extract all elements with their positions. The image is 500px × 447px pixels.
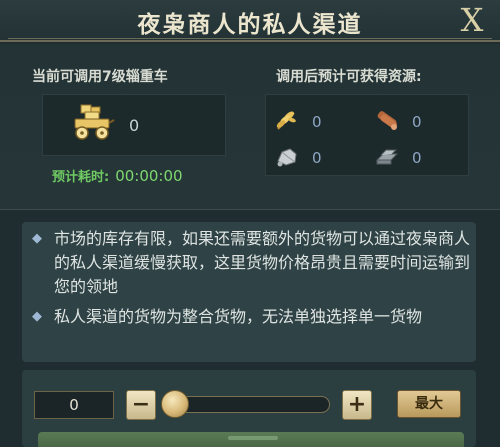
wood-icon [377, 111, 397, 130]
stone-icon [277, 148, 297, 167]
decrease-button[interactable]: − [126, 390, 156, 420]
quantity-input[interactable]: 0 [34, 391, 114, 419]
title-bar: 夜枭商人的私人渠道 X [0, 0, 500, 42]
window-title: 夜枭商人的私人渠道 [137, 11, 363, 38]
resources-label: 调用后预计可获得资源: [276, 69, 422, 85]
info-paragraph-1: 市场的库存有限，如果还需要额外的货物可以通过夜枭商人的私人渠道缓慢获取，这里货物… [54, 229, 471, 296]
resource-iron: 0 [374, 143, 464, 171]
resource-wood: 0 [374, 107, 464, 135]
info-panel: ◆ 市场的库存有限，如果还需要额外的货物可以通过夜枭商人的私人渠道缓慢获取，这里… [22, 222, 476, 362]
eta-label: 预计耗时: [52, 170, 110, 185]
slider-knob[interactable] [161, 390, 189, 418]
cart-box: 0 [42, 94, 226, 156]
wagon-icon [74, 104, 115, 140]
confirm-button[interactable] [38, 432, 464, 447]
resource-wheat: 0 [274, 107, 364, 135]
info-paragraph-2: 私人渠道的货物为整合货物，无法单独选择单一货物 [54, 307, 423, 326]
resource-stone: 0 [274, 143, 364, 171]
stone-value: 0 [312, 149, 322, 167]
wood-value: 0 [412, 113, 422, 131]
wheat-value: 0 [312, 113, 322, 131]
resources-box: 0 0 0 0 [265, 94, 469, 176]
wheat-icon [276, 111, 296, 130]
max-button[interactable]: 最大 [397, 390, 461, 418]
close-button[interactable]: X [454, 2, 490, 38]
iron-value: 0 [412, 149, 422, 167]
iron-icon [375, 149, 399, 165]
eta-time: 00:00:00 [115, 167, 183, 185]
cart-label: 当前可调用7级辎重车 [32, 69, 168, 85]
quantity-slider[interactable] [166, 396, 330, 413]
cart-count: 0 [129, 116, 140, 135]
bullet-icon: ◆ [32, 231, 42, 246]
confirm-highlight [228, 436, 278, 440]
bullet-icon: ◆ [32, 309, 42, 324]
increase-button[interactable]: + [342, 390, 372, 420]
eta: 预计耗时: 00:00:00 [52, 166, 183, 185]
